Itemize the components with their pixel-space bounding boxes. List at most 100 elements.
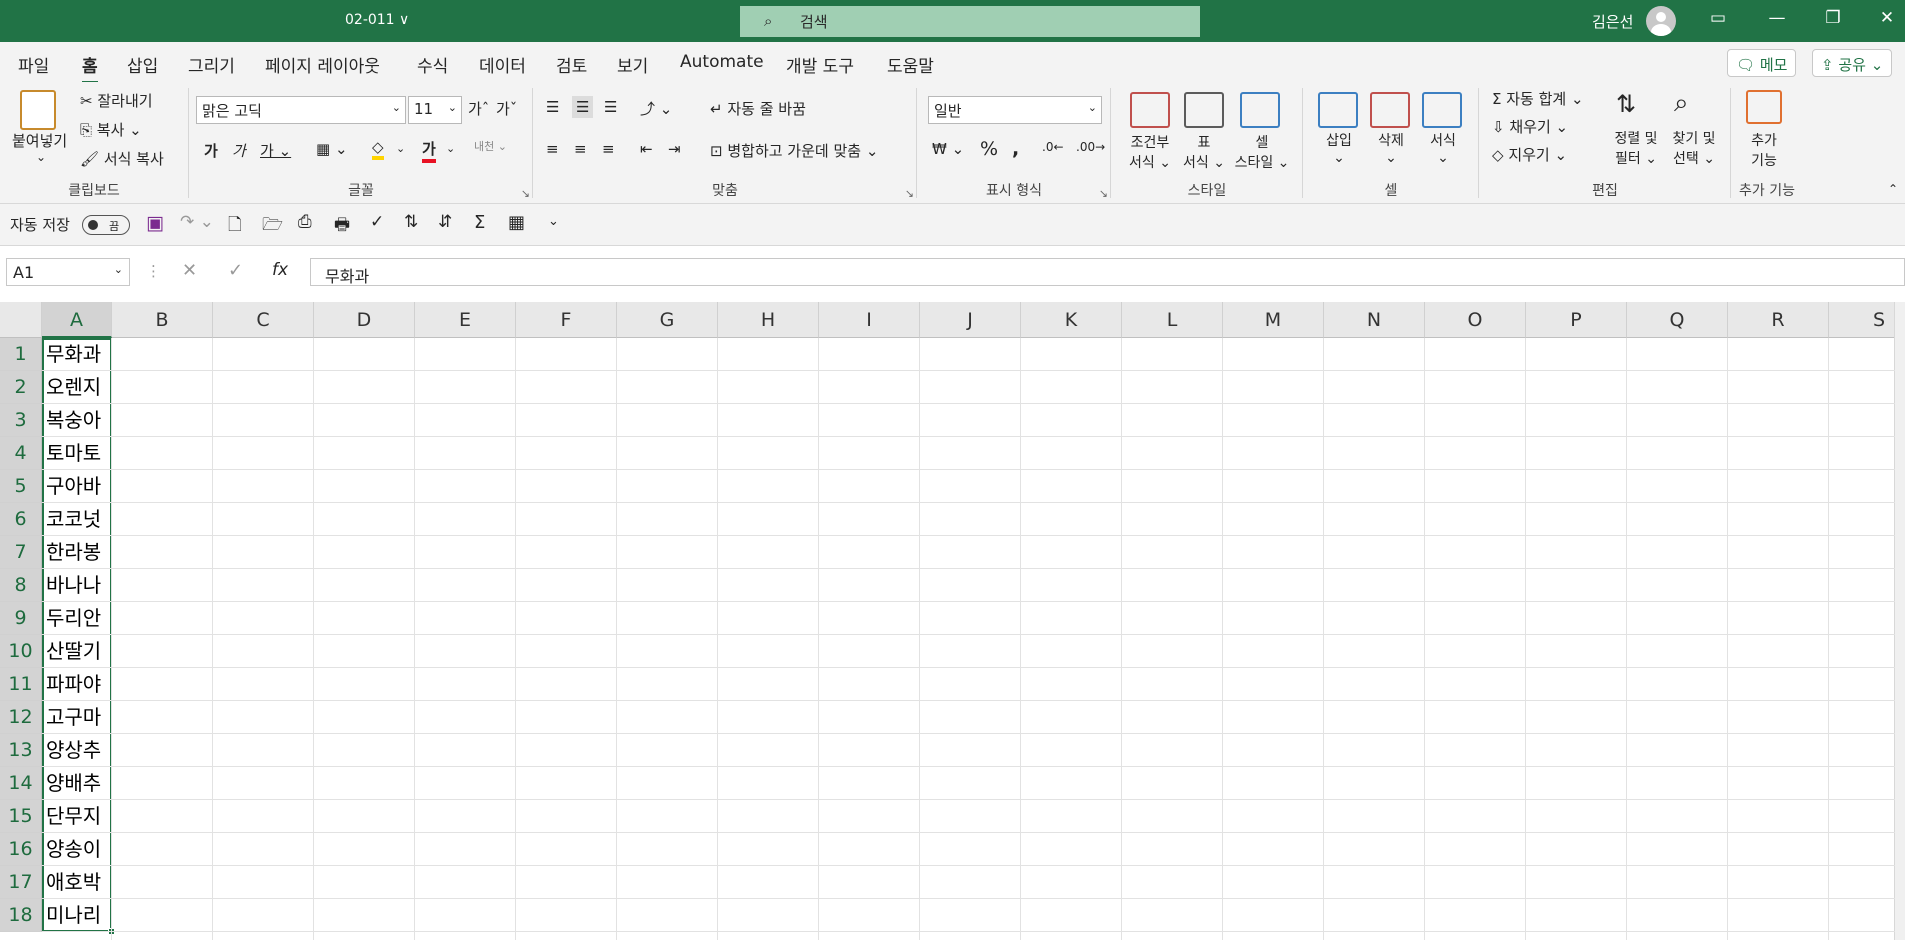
- column-header-g[interactable]: G: [617, 302, 718, 338]
- column-header-e[interactable]: E: [415, 302, 516, 338]
- bold-icon[interactable]: 가: [204, 140, 218, 161]
- row-header-8[interactable]: 8: [0, 569, 42, 602]
- customize-qat-icon[interactable]: ⌄: [548, 214, 559, 229]
- conditional-format-icon[interactable]: [1130, 92, 1170, 128]
- share-button[interactable]: ⇪ 공유 ⌄: [1812, 49, 1893, 77]
- tab-help[interactable]: 도움말: [887, 52, 934, 77]
- name-box[interactable]: A1 ⌄: [6, 258, 130, 286]
- file-name[interactable]: 02-011 ∨: [345, 12, 409, 28]
- tab-page-layout[interactable]: 페이지 레이아웃: [265, 52, 380, 77]
- tab-formulas[interactable]: 수식: [417, 52, 448, 77]
- sort-descending-icon[interactable]: ⇵: [438, 212, 452, 232]
- memo-button[interactable]: 🗨 메모: [1727, 49, 1797, 77]
- sort-filter-button[interactable]: 정렬 및 필터 ⌄: [1608, 128, 1664, 168]
- format-as-table-button[interactable]: 표 서식 ⌄: [1180, 132, 1228, 172]
- spreadsheet-grid[interactable]: ABCDEFGHIJKLMNOPQRS 1 무화과 2 오렌지 3 복숭아 4 토마토 5 구아바…: [0, 302, 1905, 940]
- chevron-down-icon[interactable]: ⌄: [396, 142, 405, 155]
- column-header-f[interactable]: F: [516, 302, 617, 338]
- orientation-icon[interactable]: ⤴ ⌄: [640, 98, 672, 119]
- row-header-16[interactable]: 16: [0, 833, 42, 866]
- increase-indent-icon[interactable]: ⇥: [668, 140, 681, 158]
- print-preview-icon[interactable]: ⎙: [298, 212, 312, 232]
- currency-icon[interactable]: ₩ ⌄: [932, 140, 964, 158]
- tab-automate[interactable]: Automate: [680, 52, 764, 72]
- increase-font-icon[interactable]: 가ˆ: [468, 98, 489, 119]
- enter-icon[interactable]: ✓: [228, 260, 243, 281]
- column-header-b[interactable]: B: [112, 302, 213, 338]
- insert-function-icon[interactable]: fx: [272, 260, 288, 280]
- column-header-r[interactable]: R: [1728, 302, 1829, 338]
- row-header-6[interactable]: 6: [0, 503, 42, 536]
- column-header-m[interactable]: M: [1223, 302, 1324, 338]
- align-top-icon[interactable]: ☰: [546, 98, 559, 116]
- tab-draw[interactable]: 그리기: [188, 52, 235, 77]
- insert-cells-icon[interactable]: [1318, 92, 1358, 128]
- font-name-select[interactable]: 맑은 고딕 ⌄: [196, 96, 406, 124]
- phonetic-icon[interactable]: 내천 ⌄: [474, 138, 507, 154]
- row-header-15[interactable]: 15: [0, 800, 42, 833]
- format-cells-icon[interactable]: [1422, 92, 1462, 128]
- tab-insert[interactable]: 삽입: [127, 52, 158, 77]
- format-painter-button[interactable]: 🖌 서식 복사: [80, 148, 164, 169]
- print-icon[interactable]: 🖶: [334, 212, 350, 241]
- select-all-corner[interactable]: [0, 302, 42, 338]
- tab-view[interactable]: 보기: [617, 52, 648, 77]
- spelling-icon[interactable]: ✓: [370, 212, 384, 232]
- align-right-icon[interactable]: ≡: [602, 140, 615, 158]
- comma-icon[interactable]: ,: [1012, 138, 1019, 160]
- tab-file[interactable]: 파일: [18, 52, 49, 77]
- ribbon-display-icon[interactable]: ▭: [1703, 8, 1733, 28]
- autosum-button[interactable]: Σ 자동 합계 ⌄: [1492, 88, 1584, 109]
- collapse-ribbon-icon[interactable]: ⌃: [1888, 182, 1898, 196]
- delete-cells-icon[interactable]: [1370, 92, 1410, 128]
- addins-icon[interactable]: [1746, 90, 1782, 124]
- column-header-c[interactable]: C: [213, 302, 314, 338]
- row-header-4[interactable]: 4: [0, 437, 42, 470]
- align-middle-icon[interactable]: ☰: [572, 96, 594, 118]
- row-header-1[interactable]: 1: [0, 338, 42, 371]
- column-header-o[interactable]: O: [1425, 302, 1526, 338]
- delete-cells-button[interactable]: 삭제 ⌄: [1370, 130, 1412, 166]
- paste-icon[interactable]: [20, 90, 56, 130]
- row-header-10[interactable]: 10: [0, 635, 42, 668]
- save-icon[interactable]: ▣: [146, 212, 164, 234]
- table-format-icon[interactable]: [1184, 92, 1224, 128]
- column-header-p[interactable]: P: [1526, 302, 1627, 338]
- conditional-format-button[interactable]: 조건부 서식 ⌄: [1126, 132, 1174, 172]
- border-icon[interactable]: ▦ ⌄: [316, 140, 348, 158]
- merge-center-button[interactable]: ⊡ 병합하고 가운데 맞춤 ⌄: [710, 140, 878, 161]
- autosave-toggle[interactable]: 끔: [82, 215, 130, 235]
- close-icon[interactable]: ✕: [1872, 8, 1902, 28]
- row-header-11[interactable]: 11: [0, 668, 42, 701]
- number-format-select[interactable]: 일반 ⌄: [928, 96, 1102, 124]
- increase-decimal-icon[interactable]: .0←: [1042, 140, 1064, 154]
- dialog-launcher-icon[interactable]: ↘: [905, 187, 914, 200]
- italic-icon[interactable]: 가: [232, 140, 246, 161]
- row-header-3[interactable]: 3: [0, 404, 42, 437]
- restore-icon[interactable]: ❐: [1818, 8, 1848, 28]
- cancel-icon[interactable]: ✕: [182, 260, 197, 281]
- row-header-7[interactable]: 7: [0, 536, 42, 569]
- chevron-down-icon[interactable]: ⌄: [36, 150, 46, 164]
- cell-style-icon[interactable]: [1240, 92, 1280, 128]
- column-header-q[interactable]: Q: [1627, 302, 1728, 338]
- tab-home[interactable]: 홈: [82, 52, 98, 84]
- paste-button[interactable]: 붙여넣기: [12, 130, 67, 151]
- row-header-5[interactable]: 5: [0, 470, 42, 503]
- column-header-k[interactable]: K: [1021, 302, 1122, 338]
- row-header-14[interactable]: 14: [0, 767, 42, 800]
- search-box[interactable]: ⌕ 검색: [740, 6, 1200, 37]
- column-header-d[interactable]: D: [314, 302, 415, 338]
- minimize-icon[interactable]: —: [1762, 8, 1792, 28]
- find-select-button[interactable]: 찾기 및 선택 ⌄: [1666, 128, 1722, 168]
- addins-button[interactable]: 추가 기능: [1740, 130, 1788, 170]
- autosum-icon[interactable]: Σ: [474, 212, 485, 233]
- fill-button[interactable]: ⇩ 채우기 ⌄: [1492, 116, 1568, 137]
- format-cells-button[interactable]: 서식 ⌄: [1422, 130, 1464, 166]
- fill-color-icon[interactable]: ◇: [372, 138, 384, 160]
- row-header-2[interactable]: 2: [0, 371, 42, 404]
- column-header-i[interactable]: I: [819, 302, 920, 338]
- tab-developer[interactable]: 개발 도구: [786, 52, 854, 77]
- dialog-launcher-icon[interactable]: ↘: [521, 187, 530, 200]
- chevron-down-icon[interactable]: ⌄: [446, 142, 455, 155]
